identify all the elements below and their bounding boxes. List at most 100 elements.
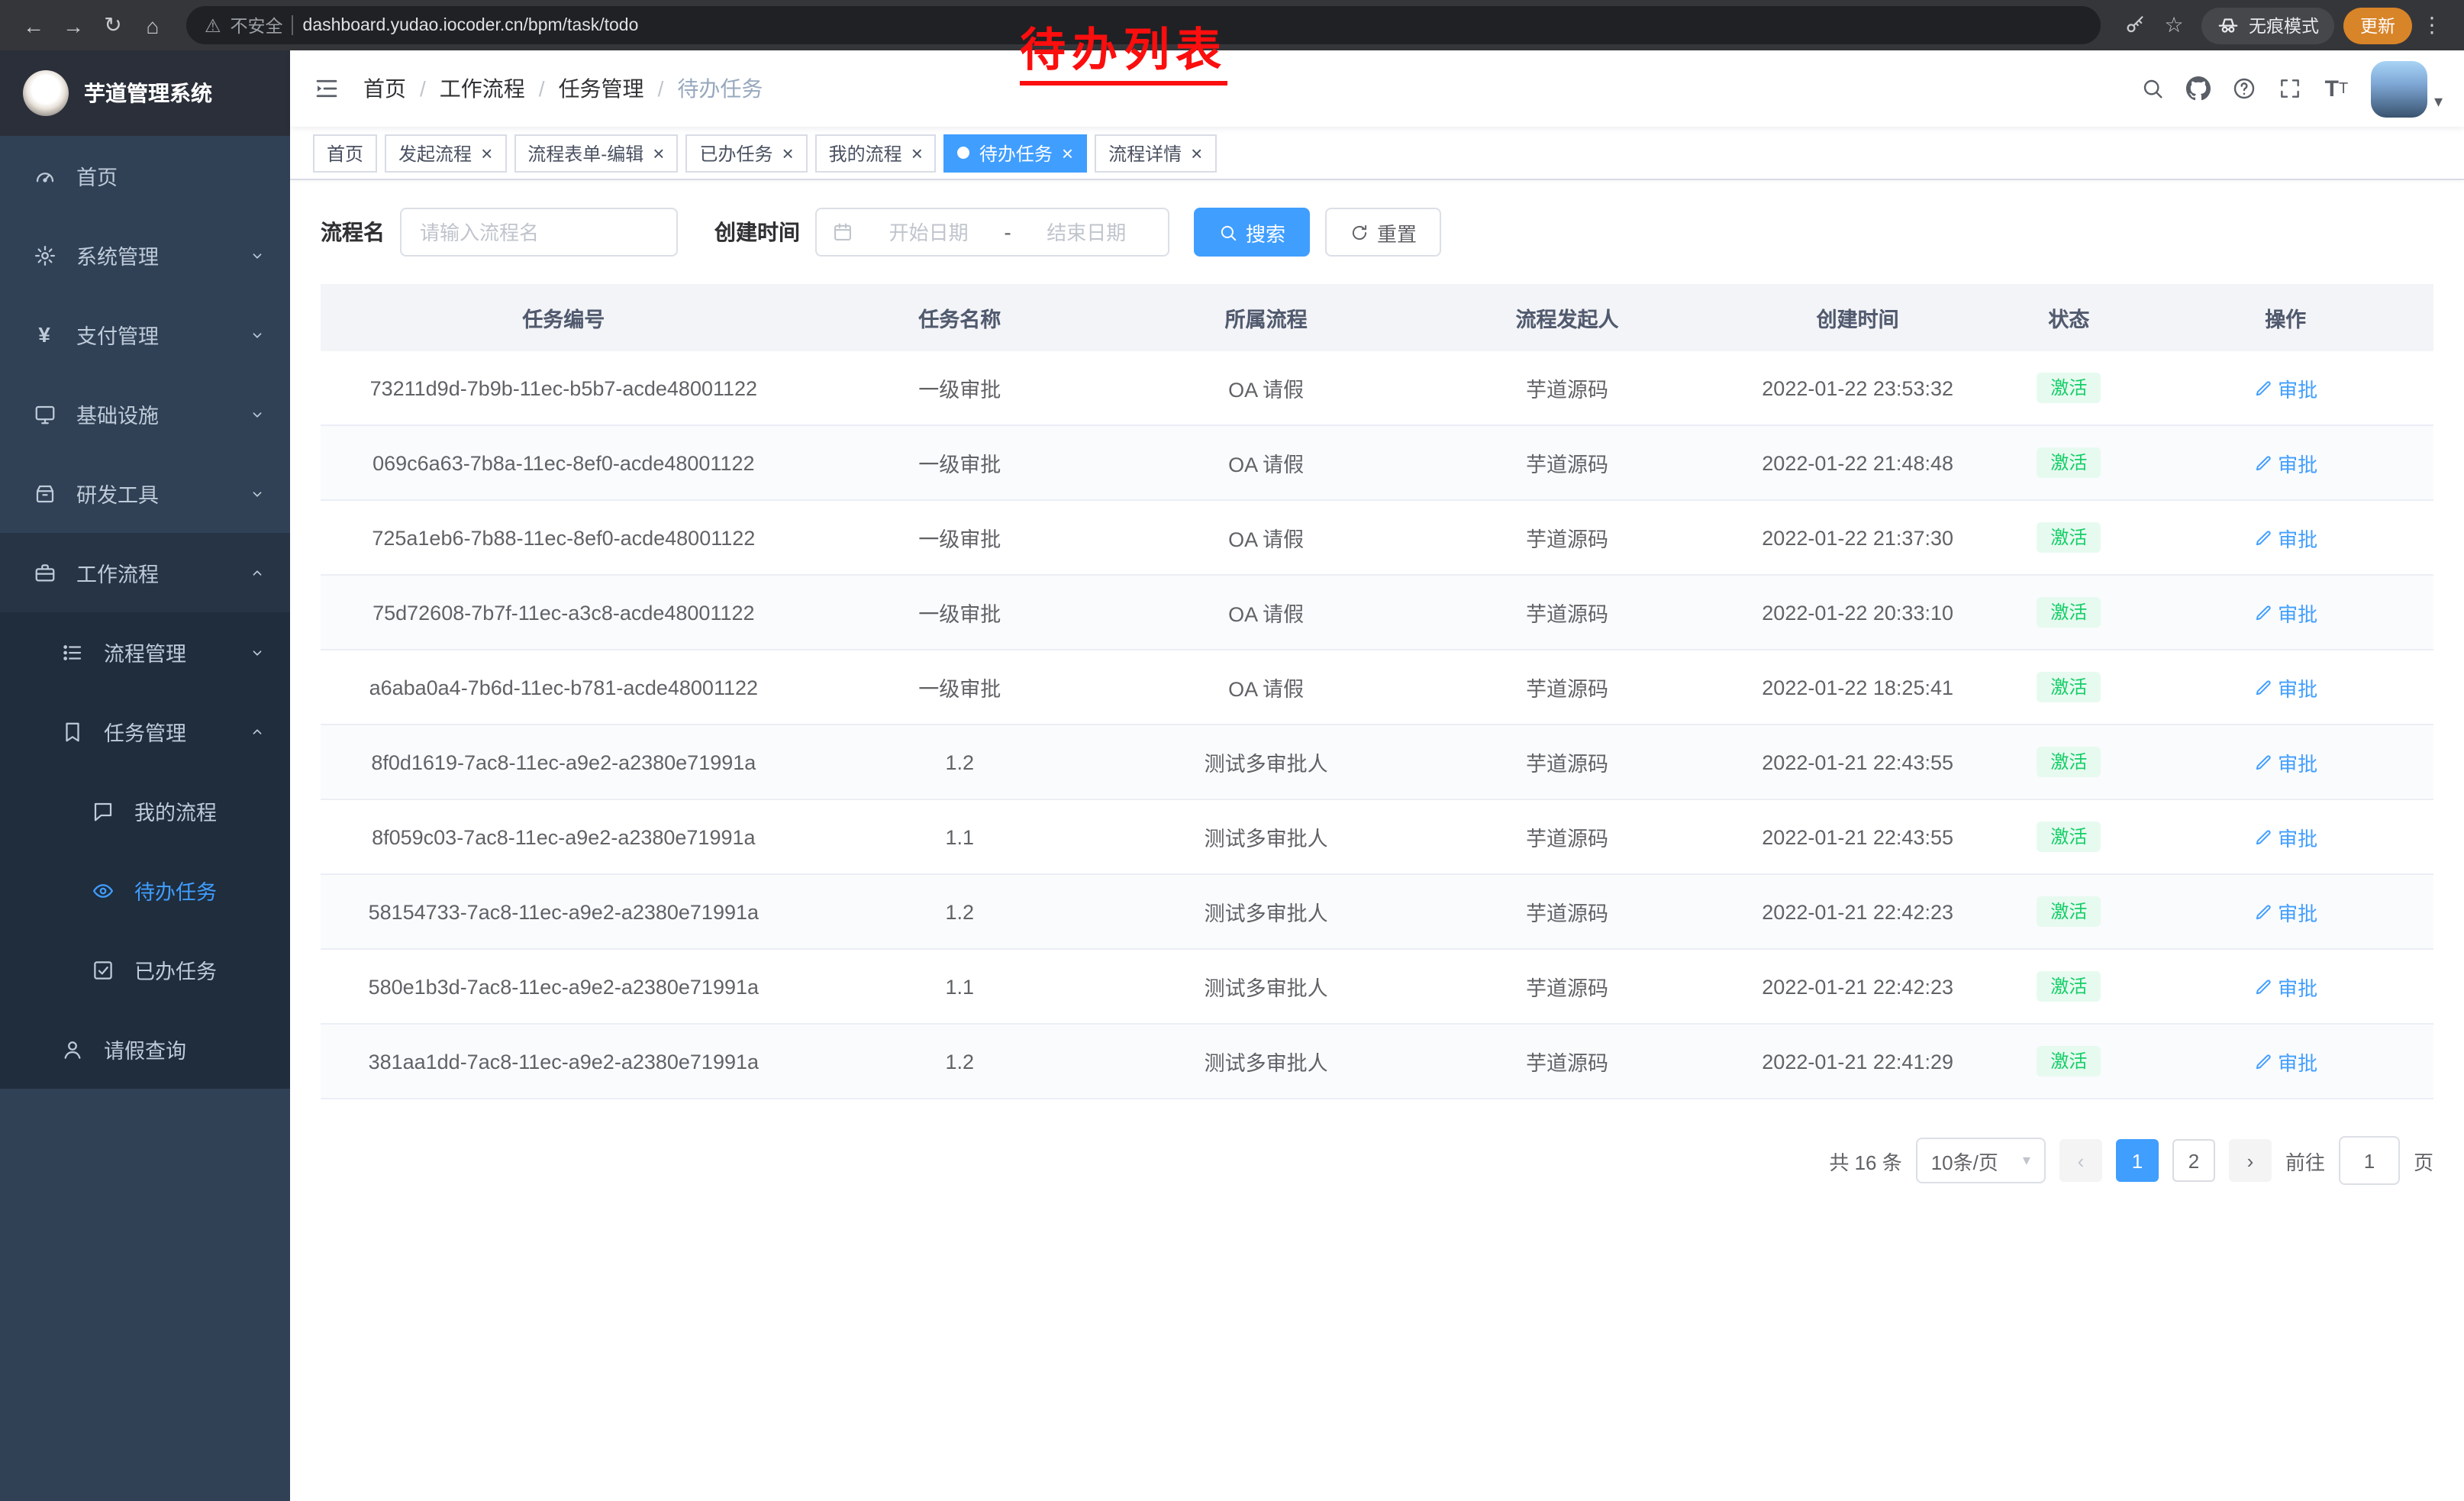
approve-link[interactable]: 审批 [2253,972,2317,1001]
close-icon[interactable]: × [653,143,664,163]
start-date-input[interactable] [863,219,995,245]
reload-icon[interactable]: ↻ [95,7,131,44]
sidebar-item-label: 基础设施 [76,399,159,429]
breadcrumb-item[interactable]: 任务管理 [559,73,644,104]
tag-done-tasks[interactable]: 已办任务× [685,134,807,172]
approve-link[interactable]: 审批 [2253,673,2317,702]
page-button-2[interactable]: 2 [2172,1139,2215,1182]
sidebar-item-my-process[interactable]: 我的流程 [0,771,290,851]
sidebar-item-workflow[interactable]: 工作流程 [0,533,290,612]
goto-input[interactable] [2340,1148,2398,1173]
forward-icon[interactable]: → [55,7,92,44]
goto-field [2339,1136,2400,1185]
close-icon[interactable]: × [1191,143,1202,163]
help-icon[interactable] [2222,66,2268,111]
range-separator: - [1004,220,1011,244]
next-page-button[interactable]: › [2229,1139,2272,1182]
tag-todo-tasks[interactable]: 待办任务× [944,134,1087,172]
cell-action: 审批 [2137,874,2433,949]
sidebar-item-infrastructure[interactable]: 基础设施 [0,374,290,454]
incognito-label: 无痕模式 [2249,13,2319,37]
cell-id: 58154733-7ac8-11ec-a9e2-a2380e71991a [321,874,807,949]
back-icon[interactable]: ← [15,7,52,44]
caret-down-icon[interactable]: ▾ [2434,91,2443,111]
cell-starter: 芋道源码 [1419,949,1715,1024]
cell-status: 激活 [2000,650,2137,725]
breadcrumb-separator: / [539,76,545,101]
sidebar-item-payment[interactable]: ¥支付管理 [0,295,290,374]
key-icon[interactable] [2116,7,2153,44]
approve-label: 审批 [2278,673,2317,702]
sidebar-item-leave-query[interactable]: 请假查询 [0,1009,290,1089]
search-label: 搜索 [1246,218,1285,247]
warning-icon: ⚠ [205,15,221,36]
sidebar-item-todo-tasks[interactable]: 待办任务 [0,851,290,930]
sidebar-item-task-management[interactable]: 任务管理 [0,692,290,771]
date-range-picker[interactable]: - [815,208,1169,257]
cell-starter: 芋道源码 [1419,650,1715,725]
page-numbers: 12 [2116,1139,2215,1182]
dashboard-icon [31,164,58,187]
reset-button[interactable]: 重置 [1325,208,1441,257]
close-icon[interactable]: × [1062,143,1073,163]
process-name-field [400,208,678,257]
cell-name: 1.2 [807,1024,1113,1099]
user-avatar[interactable] [2372,60,2428,117]
tag-initiate-process[interactable]: 发起流程× [385,134,506,172]
app-title: 芋道管理系统 [84,78,212,108]
sidebar-item-home[interactable]: 首页 [0,136,290,215]
breadcrumb-item[interactable]: 首页 [363,73,406,104]
cell-status: 激活 [2000,799,2137,874]
approve-link[interactable]: 审批 [2253,1047,2317,1076]
font-size-icon[interactable]: TT [2314,66,2359,111]
status-badge: 激活 [2037,522,2101,554]
tag-home[interactable]: 首页 [313,134,377,172]
approve-link[interactable]: 审批 [2253,822,2317,851]
cell-id: 069c6a63-7b8a-11ec-8ef0-acde48001122 [321,425,807,500]
hamburger-icon[interactable] [290,75,363,102]
bookmark-star-icon[interactable]: ☆ [2156,7,2192,44]
table-row: 8f059c03-7ac8-11ec-a9e2-a2380e71991a1.1测… [321,799,2433,874]
approve-link[interactable]: 审批 [2253,448,2317,477]
cell-starter: 芋道源码 [1419,799,1715,874]
cell-process: OA 请假 [1113,351,1419,425]
tag-process-form-edit[interactable]: 流程表单-编辑× [514,134,678,172]
end-date-input[interactable] [1021,219,1153,245]
sidebar-item-process-management[interactable]: 流程管理 [0,612,290,692]
security-label: 不安全 [231,13,283,37]
search-icon[interactable] [2130,66,2176,111]
home-icon[interactable]: ⌂ [134,7,171,44]
close-icon[interactable]: × [481,143,492,163]
page-button-1[interactable]: 1 [2116,1139,2159,1182]
calendar-icon [832,221,853,243]
sidebar-item-devtools[interactable]: 研发工具 [0,454,290,533]
tag-label: 首页 [327,140,363,166]
sidebar-item-done-tasks[interactable]: 已办任务 [0,930,290,1009]
fullscreen-icon[interactable] [2268,66,2314,111]
sidebar-item-system[interactable]: 系统管理 [0,215,290,295]
close-icon[interactable]: × [911,143,923,163]
kebab-menu-icon[interactable]: ⋮ [2415,12,2449,38]
approve-link[interactable]: 审批 [2253,523,2317,552]
approve-label: 审批 [2278,448,2317,477]
update-button[interactable]: 更新 [2343,7,2412,44]
search-button[interactable]: 搜索 [1194,208,1310,257]
app-logo[interactable]: 芋道管理系统 [0,50,290,136]
tag-process-detail[interactable]: 流程详情× [1095,134,1216,172]
sidebar-item-label: 首页 [76,160,118,191]
sidebar-item-label: 请假查询 [104,1034,186,1064]
page-size-select[interactable]: 10条/页 ▾ [1916,1138,2046,1183]
approve-link[interactable]: 审批 [2253,897,2317,926]
tag-my-process[interactable]: 我的流程× [815,134,937,172]
cell-name: 一级审批 [807,351,1113,425]
close-icon[interactable]: × [782,143,793,163]
breadcrumb-item[interactable]: 工作流程 [440,73,525,104]
approve-link[interactable]: 审批 [2253,747,2317,776]
active-dot [958,147,970,159]
github-icon[interactable] [2176,66,2222,111]
approve-link[interactable]: 审批 [2253,373,2317,402]
prev-page-button[interactable]: ‹ [2059,1139,2102,1182]
approve-link[interactable]: 审批 [2253,598,2317,627]
process-name-input[interactable] [417,219,661,245]
logo-avatar [23,70,69,116]
